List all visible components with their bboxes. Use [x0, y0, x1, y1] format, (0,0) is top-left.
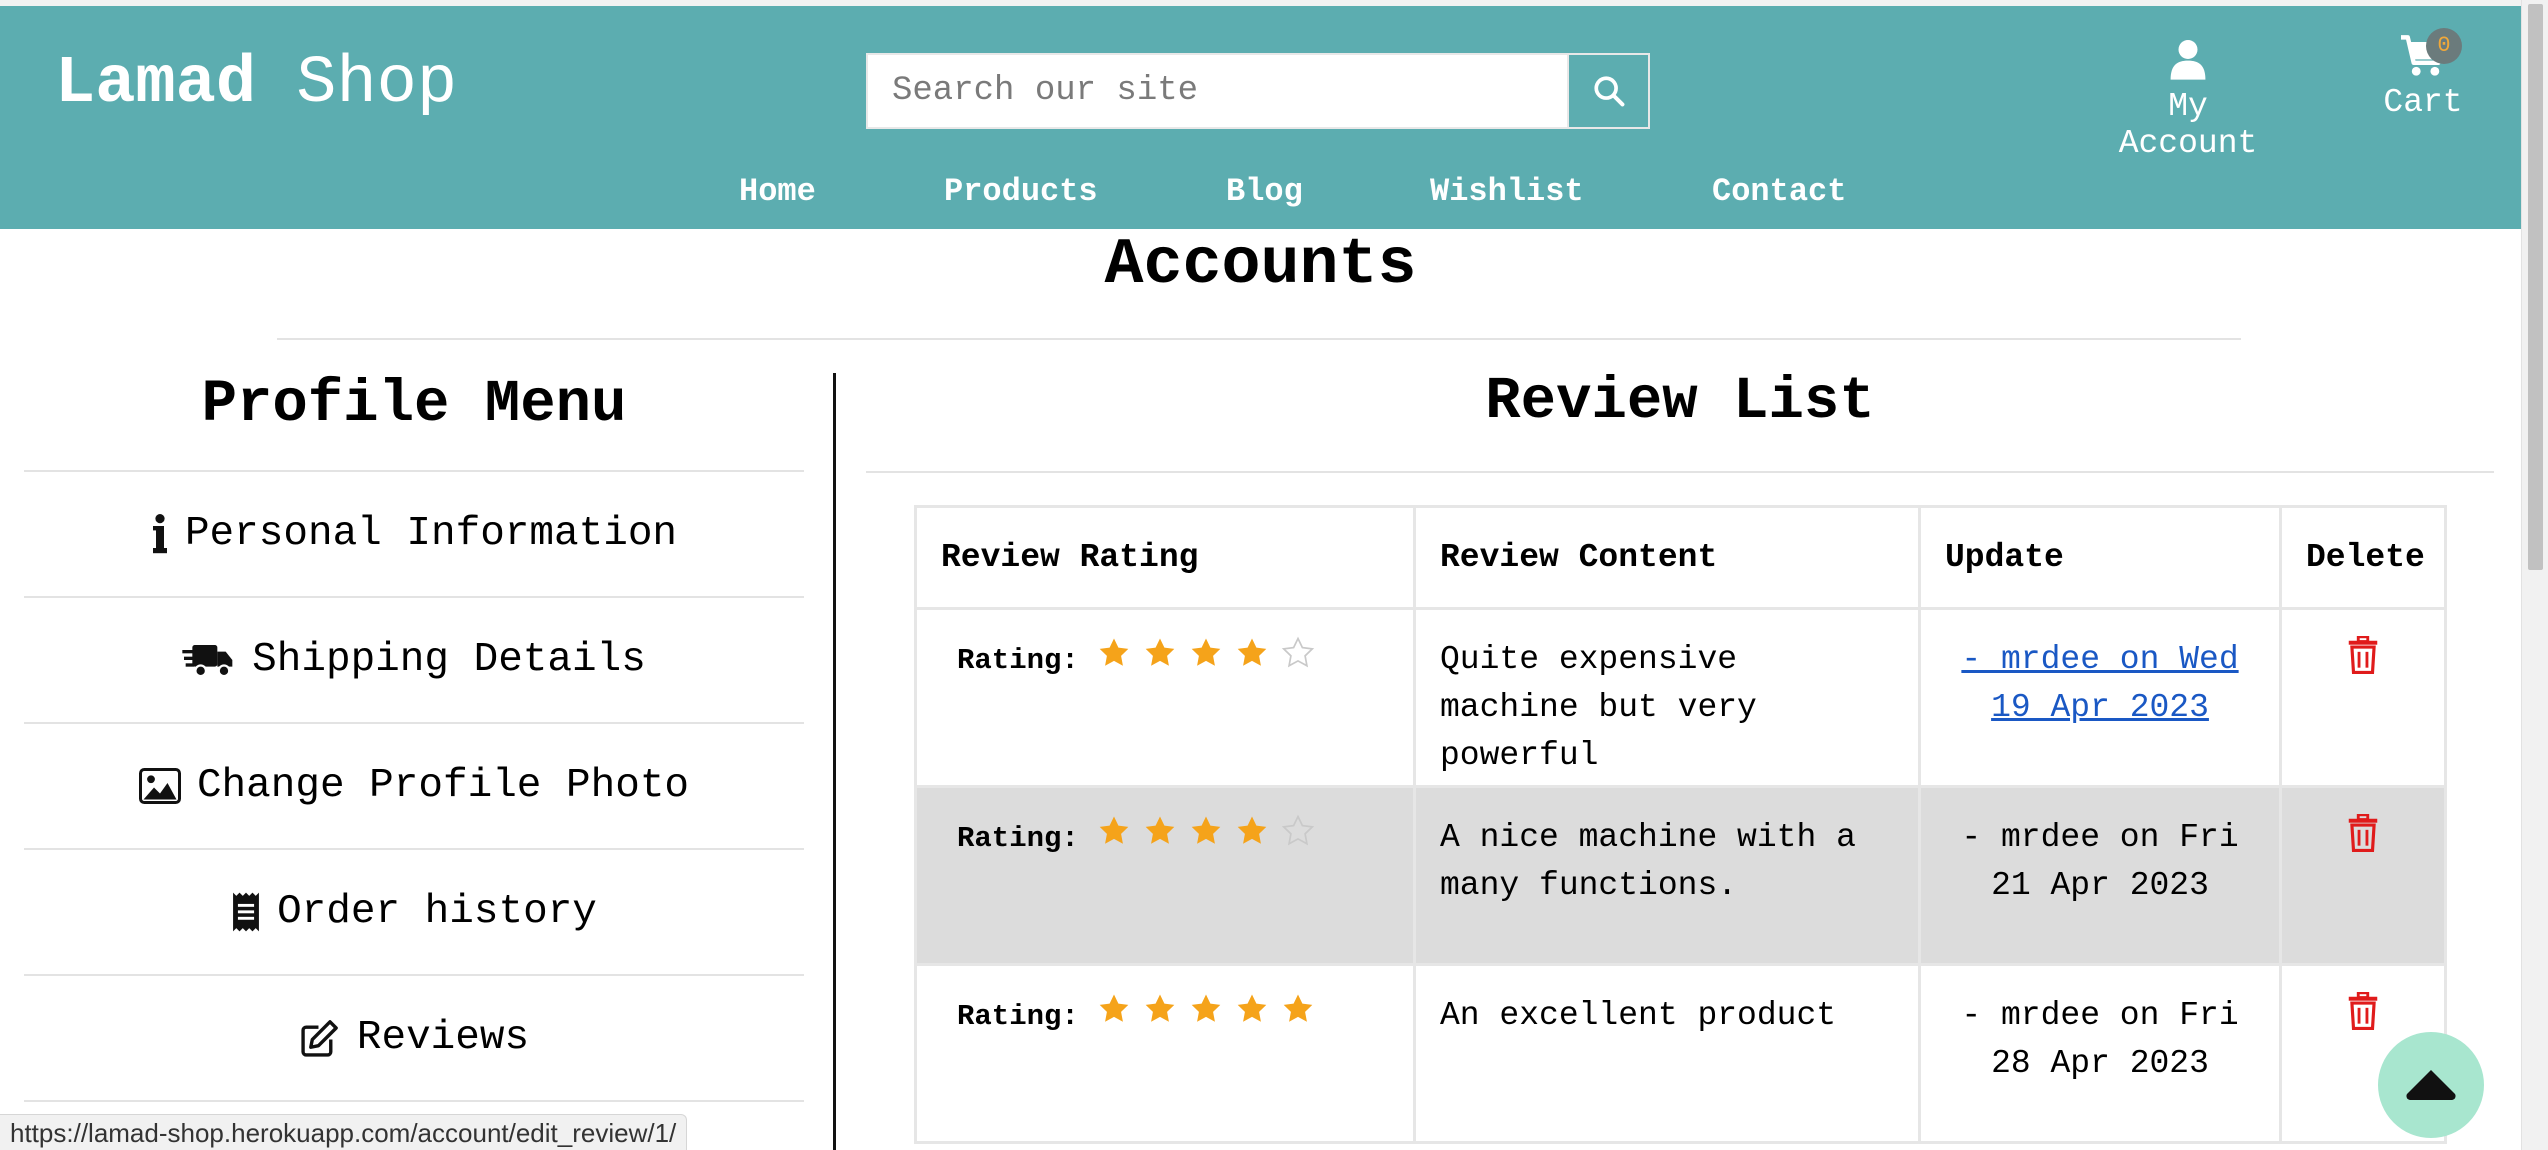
menu-divider [24, 1100, 804, 1102]
trash-icon [2348, 813, 2378, 852]
star-filled-icon [1189, 992, 1223, 1042]
review-content: Quite expensive machine but very powerfu… [1413, 607, 1921, 788]
title-divider [277, 338, 2241, 340]
search-form [866, 53, 1650, 129]
cart-label: Cart [2383, 84, 2463, 121]
search-button[interactable] [1567, 53, 1650, 129]
chevron-up-icon [2406, 1070, 2456, 1100]
star-filled-icon [1235, 636, 1269, 686]
profile-menu-title: Profile Menu [201, 371, 627, 438]
table-header-row: Review Rating Review Content Update Dele… [914, 505, 2447, 610]
star-filled-icon [1097, 636, 1131, 686]
page-scrollbar[interactable] [2521, 0, 2548, 1150]
delete-cell [2279, 785, 2447, 966]
nav-wishlist[interactable]: Wishlist [1430, 173, 1584, 210]
browser-status-bar: https://lamad-shop.herokuapp.com/account… [0, 1114, 688, 1150]
rating-cell: Rating: [914, 607, 1416, 788]
menu-item-label: Change Profile Photo [196, 763, 690, 809]
star-filled-icon [1281, 992, 1315, 1042]
page-title: Accounts [1104, 228, 1417, 302]
star-rating [1097, 636, 1315, 686]
star-filled-icon [1143, 636, 1177, 686]
menu-item-shipping-details[interactable]: Shipping Details [24, 596, 804, 722]
review-table: Review Rating Review Content Update Dele… [914, 505, 2447, 1144]
star-empty-icon [1281, 814, 1315, 864]
column-header: Update [1918, 505, 2282, 610]
update-cell: - mrdee on Wed 19 Apr 2023 [1918, 607, 2282, 788]
edit-review-link[interactable]: - mrdee on Fri 28 Apr 2023 [1961, 997, 2238, 1082]
update-cell: - mrdee on Fri 28 Apr 2023 [1918, 963, 2282, 1144]
column-header: Review Rating [914, 505, 1416, 610]
brand-bold: Lamad [55, 46, 257, 122]
delete-button[interactable] [2347, 635, 2379, 684]
receipt-icon [231, 891, 261, 933]
edit-review-link[interactable]: - mrdee on Fri 21 Apr 2023 [1961, 819, 2238, 904]
menu-item-label: Personal Information [184, 511, 678, 557]
main-nav: Home Products Blog Wishlist Contact [0, 173, 2521, 213]
info-icon [151, 514, 169, 554]
star-filled-icon [1235, 814, 1269, 864]
star-filled-icon [1143, 814, 1177, 864]
column-header: Review Content [1413, 505, 1921, 610]
rating-cell: Rating: [914, 785, 1416, 966]
cart-count-badge: 0 [2426, 28, 2462, 64]
menu-item-personal-information[interactable]: Personal Information [24, 470, 804, 596]
star-filled-icon [1143, 992, 1177, 1042]
review-content: An excellent product [1413, 963, 1921, 1144]
site-header: Lamad Shop My Account 0 Cart Home Produc… [0, 6, 2521, 229]
vertical-divider [833, 373, 836, 1150]
star-rating [1097, 814, 1315, 864]
column-header: Delete [2279, 505, 2447, 610]
review-content: A nice machine with a many functions. [1413, 785, 1921, 966]
profile-menu: Profile Menu Personal Information Shippi… [24, 368, 804, 1102]
star-filled-icon [1097, 814, 1131, 864]
delete-button[interactable] [2347, 991, 2379, 1040]
my-account-link[interactable]: My Account [2093, 38, 2283, 162]
rating-label: Rating: [957, 1000, 1079, 1033]
brand-rest: Shop [256, 46, 458, 122]
star-filled-icon [1097, 992, 1131, 1042]
truck-fast-icon [182, 640, 236, 680]
review-list-title: Review List [1485, 368, 1875, 435]
search-input[interactable] [866, 53, 1567, 129]
menu-item-label: Order history [277, 889, 597, 935]
search-icon [1593, 76, 1624, 107]
edit-review-link[interactable]: - mrdee on Wed 19 Apr 2023 [1961, 641, 2238, 726]
star-empty-icon [1281, 636, 1315, 686]
menu-item-order-history[interactable]: Order history [24, 848, 804, 974]
nav-contact[interactable]: Contact [1712, 173, 1846, 210]
menu-item-label: Shipping Details [252, 637, 646, 683]
cart-link[interactable]: 0 Cart [2378, 28, 2468, 121]
trash-icon [2348, 635, 2378, 674]
scrollbar-thumb[interactable] [2528, 4, 2543, 570]
nav-blog[interactable]: Blog [1226, 173, 1303, 210]
update-cell: - mrdee on Fri 21 Apr 2023 [1918, 785, 2282, 966]
nav-products[interactable]: Products [944, 173, 1098, 210]
menu-item-reviews[interactable]: Reviews [24, 974, 804, 1100]
review-divider [866, 471, 2494, 473]
edit-icon [299, 1018, 341, 1058]
table-row: Rating: Quite expensive machine but very… [914, 607, 2447, 788]
table-row: Rating: An excellent product - mrdee on … [914, 963, 2447, 1144]
rating-label: Rating: [957, 822, 1079, 855]
star-rating [1097, 992, 1315, 1042]
delete-button[interactable] [2347, 813, 2379, 862]
user-icon [2170, 40, 2206, 80]
star-filled-icon [1189, 636, 1223, 686]
star-filled-icon [1235, 992, 1269, 1042]
back-to-top-button[interactable] [2378, 1032, 2484, 1138]
rating-cell: Rating: [914, 963, 1416, 1144]
star-filled-icon [1189, 814, 1223, 864]
brand-logo-link[interactable]: Lamad Shop [55, 46, 457, 122]
trash-icon [2348, 991, 2378, 1030]
nav-home[interactable]: Home [739, 173, 816, 210]
menu-item-label: Reviews [356, 1015, 530, 1061]
table-row: Rating: A nice machine with a many funct… [914, 785, 2447, 966]
menu-item-change-profile-photo[interactable]: Change Profile Photo [24, 722, 804, 848]
delete-cell [2279, 607, 2447, 788]
my-account-label: My Account [2118, 88, 2258, 162]
image-icon [138, 768, 181, 804]
rating-label: Rating: [957, 644, 1079, 677]
